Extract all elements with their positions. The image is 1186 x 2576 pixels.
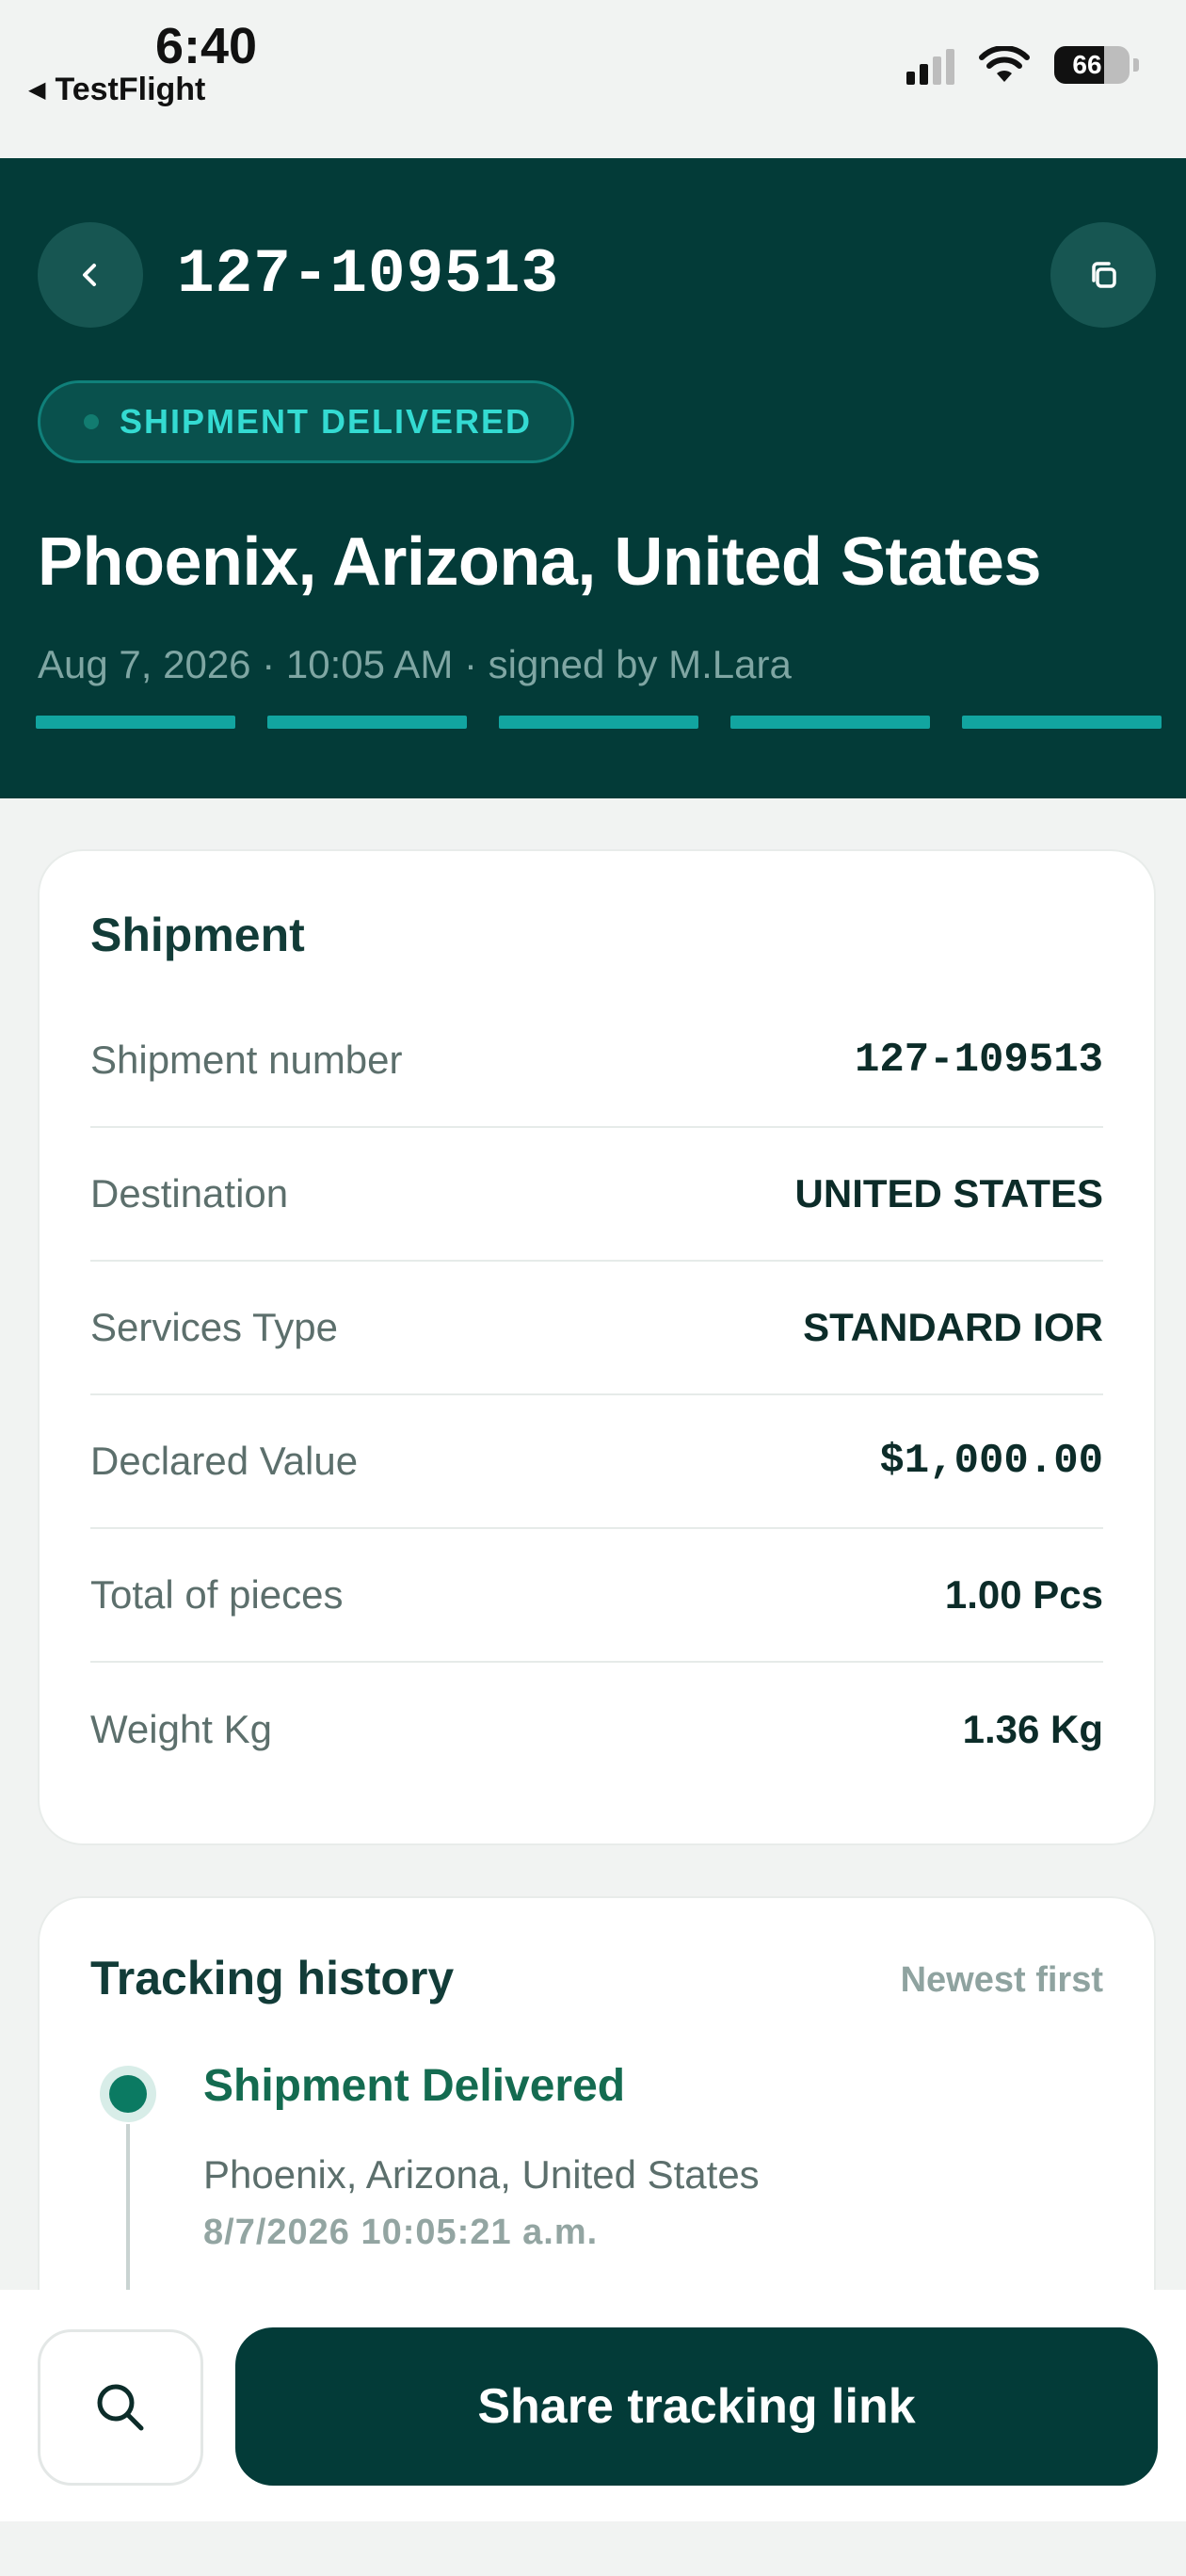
detail-row-destination: Destination UNITED STATES: [90, 1128, 1103, 1262]
progress-bar: [36, 716, 1162, 729]
progress-step: [267, 716, 467, 729]
detail-label: Services Type: [90, 1305, 339, 1349]
progress-step: [36, 716, 235, 729]
event-time: 8/7/2026 10:05:21 a.m.: [203, 2213, 599, 2252]
detail-value: 1.36 Kg: [962, 1707, 1103, 1751]
detail-row-pieces: Total of pieces 1.00 Pcs: [90, 1529, 1103, 1663]
search-button[interactable]: [38, 2329, 203, 2486]
delivery-location: Phoenix, Arizona, United States: [38, 524, 1042, 600]
battery-icon: 66: [1054, 46, 1130, 84]
detail-value: STANDARD IOR: [803, 1305, 1103, 1349]
status-bar: 6:40 ◀ TestFlight 66: [0, 0, 1186, 158]
page-title: 127-109513: [177, 239, 560, 310]
share-tracking-link-button[interactable]: Share tracking link: [235, 2327, 1158, 2486]
detail-row-shipment-number: Shipment number 127-109513: [90, 994, 1103, 1128]
progress-step: [962, 716, 1162, 729]
sort-order-toggle[interactable]: Newest first: [901, 1960, 1103, 2001]
detail-label: Total of pieces: [90, 1572, 344, 1617]
battery-level: 66: [1072, 50, 1102, 79]
wifi-icon: [979, 46, 1030, 82]
signal-icon: [906, 45, 954, 85]
shipment-card-title: Shipment: [90, 909, 305, 961]
progress-step: [730, 716, 930, 729]
status-badge-label: SHIPMENT DELIVERED: [120, 402, 533, 441]
timeline-dot-icon: [100, 2066, 156, 2122]
progress-step: [499, 716, 698, 729]
status-icons: 66: [906, 45, 1139, 85]
shipment-card: Shipment Shipment number 127-109513 Dest…: [38, 849, 1156, 1845]
status-time: 6:40: [155, 18, 258, 74]
status-badge: SHIPMENT DELIVERED: [38, 380, 575, 463]
detail-label: Destination: [90, 1171, 289, 1216]
battery-tip: [1133, 58, 1139, 72]
detail-value: 1.00 Pcs: [944, 1572, 1103, 1617]
detail-label: Weight Kg: [90, 1707, 272, 1751]
back-app-label: TestFlight: [55, 72, 206, 107]
event-title: Shipment Delivered: [203, 2061, 626, 2111]
detail-label: Declared Value: [90, 1439, 359, 1483]
tracking-history-title: Tracking history: [90, 1952, 455, 2004]
back-button[interactable]: [38, 222, 143, 328]
status-dot-icon: [84, 414, 99, 429]
detail-row-declared-value: Declared Value $1,000.00: [90, 1395, 1103, 1529]
copy-icon: [1092, 262, 1116, 288]
bottom-action-bar: Share tracking link: [0, 2290, 1186, 2521]
back-to-app-link[interactable]: ◀ TestFlight: [28, 72, 205, 108]
detail-value: $1,000.00: [879, 1438, 1103, 1485]
detail-value: 127-109513: [854, 1037, 1103, 1084]
detail-label: Shipment number: [90, 1038, 403, 1082]
back-triangle-icon: ◀: [28, 77, 46, 103]
share-button-label: Share tracking link: [477, 2379, 916, 2434]
detail-row-service-type: Services Type STANDARD IOR: [90, 1262, 1103, 1395]
delivery-meta: Aug 7, 2026 · 10:05 AM · signed by M.Lar…: [38, 642, 792, 686]
detail-row-weight: Weight Kg 1.36 Kg: [90, 1663, 1103, 1796]
search-icon: [97, 2384, 144, 2431]
chevron-left-icon: [83, 264, 96, 286]
shipment-details: Shipment number 127-109513 Destination U…: [90, 994, 1103, 1796]
copy-button[interactable]: [1050, 222, 1156, 328]
shipment-header: 127-109513 SHIPMENT DELIVERED Phoenix, A…: [0, 158, 1186, 798]
event-place: Phoenix, Arizona, United States: [203, 2152, 760, 2197]
detail-value: UNITED STATES: [794, 1171, 1103, 1216]
